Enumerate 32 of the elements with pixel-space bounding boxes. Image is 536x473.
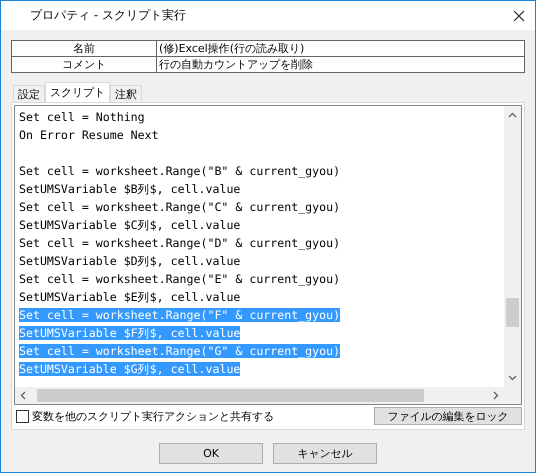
property-value: 行の自動カウントアップを削除 [158,57,313,72]
code-line: Set cell = Nothing [19,110,145,124]
dialog-button[interactable]: キャンセル [273,443,377,464]
tab[interactable]: スクリプト [45,82,110,102]
checkbox-label: 変数を他のスクリプト実行アクションと共有する [32,408,274,424]
chevron-up-icon[interactable] [508,112,517,118]
code-line: Set cell = worksheet.Range("D" & current_gyou) [19,236,340,250]
code-line: Set cell = worksheet.Range("E" & current_gyou) [19,272,340,286]
code-line: SetUMSVariable $E列$, cell.value [19,290,240,304]
code-line: Set cell = worksheet.Range("B" & current_gyou) [19,164,340,178]
dialog-button[interactable]: OK [159,443,263,464]
property-label: コメント [12,57,157,72]
tab[interactable]: 設定 [13,85,45,102]
chevron-left-icon[interactable] [20,391,26,400]
scrollbar-thumb[interactable] [506,298,519,327]
lock-button[interactable]: ファイルの編集をロック [374,407,522,425]
code-line: SetUMSVariable $B列$, cell.value [19,182,240,196]
window-title: プロパティ - スクリプト実行 [30,7,186,24]
scrollbar-thumb[interactable] [37,389,424,402]
property-value: (修)Excel操作(行の読み取り) [158,41,304,56]
property-label: 名前 [12,41,157,56]
script-editor[interactable] [14,105,522,405]
close-icon[interactable] [513,10,525,22]
chevron-down-icon[interactable] [508,375,517,381]
code-line: Set cell = worksheet.Range("C" & current_gyou) [19,200,340,214]
checkbox[interactable] [16,410,29,422]
vertical-scrollbar[interactable] [504,106,521,387]
tab[interactable]: 注釈 [110,85,142,102]
code-line: SetUMSVariable $D列$, cell.value [19,254,240,268]
chevron-right-icon[interactable] [493,391,499,400]
code-line: SetUMSVariable $C列$, cell.value [19,218,240,232]
code-line: On Error Resume Next [19,128,159,142]
